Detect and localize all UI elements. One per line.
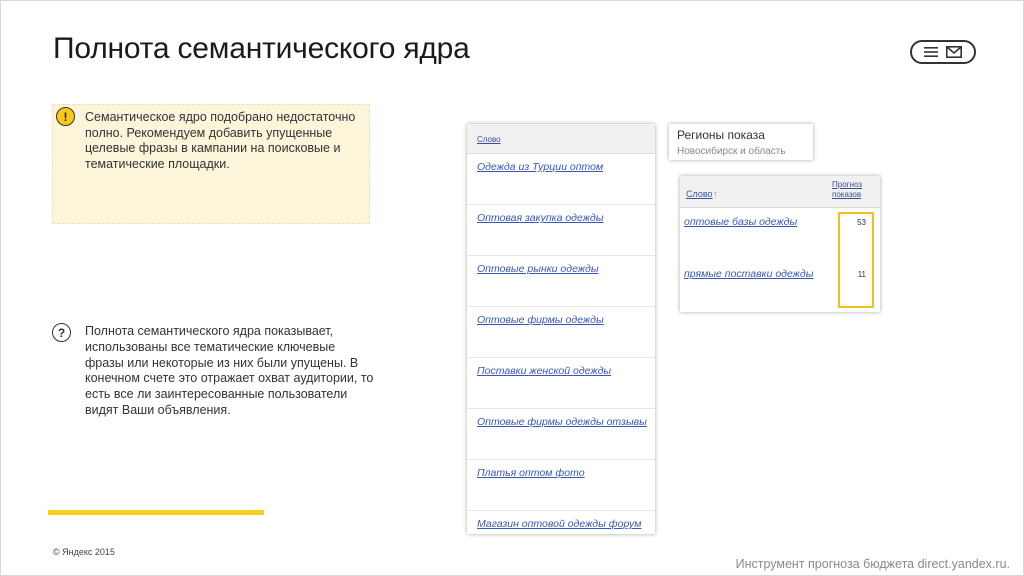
keyword-link[interactable]: Оптовые фирмы одежды: [477, 314, 604, 326]
table-row: Оптовые рынки одежды: [467, 256, 655, 307]
table-row: Платья оптом фото: [467, 460, 655, 511]
keyword-link[interactable]: Оптовые рынки одежды: [477, 263, 599, 275]
keywords-table-header[interactable]: Слово: [467, 124, 655, 154]
accent-bar: [48, 510, 264, 515]
forecast-highlight: [838, 212, 874, 308]
phrase-link[interactable]: оптовые базы одежды: [684, 216, 797, 228]
menu-icon: [924, 47, 938, 57]
forecast-table-header: Слово ↑ Прогноз показов: [680, 176, 880, 208]
keyword-link[interactable]: Платья оптом фото: [477, 467, 585, 479]
question-icon: ?: [52, 323, 71, 342]
warning-icon: !: [56, 107, 75, 126]
table-row: Поставки женской одежды: [467, 358, 655, 409]
footer-caption: Инструмент прогноза бюджета direct.yande…: [735, 557, 1010, 571]
column-header-forecast[interactable]: Прогноз показов: [832, 180, 872, 200]
table-row: Оптовые фирмы одежды: [467, 307, 655, 358]
table-row: Одежда из Турции оптом: [467, 154, 655, 205]
table-row: Магазин оптовой одежды форум: [467, 511, 655, 562]
keyword-link[interactable]: Магазин оптовой одежды форум: [477, 518, 641, 530]
regions-title: Регионы показа: [677, 128, 765, 142]
keyword-link[interactable]: Одежда из Турции оптом: [477, 161, 603, 173]
keywords-table: Слово Одежда из Турции оптом Оптовая зак…: [467, 124, 655, 534]
mail-icon: [946, 46, 962, 58]
keyword-link[interactable]: Оптовые фирмы одежды отзывы: [477, 416, 647, 428]
keyword-link[interactable]: Поставки женской одежды: [477, 365, 611, 377]
phrase-link[interactable]: прямые поставки одежды: [684, 268, 813, 280]
page-title: Полнота семантического ядра: [53, 32, 470, 65]
menu-mail-button[interactable]: [910, 40, 976, 64]
table-row: Оптовые фирмы одежды отзывы: [467, 409, 655, 460]
keyword-link[interactable]: Оптовая закупка одежды: [477, 212, 603, 224]
column-header-word[interactable]: Слово: [686, 189, 713, 199]
regions-value: Новосибирск и область: [677, 146, 786, 157]
copyright: © Яндекс 2015: [53, 547, 115, 557]
help-text: Полнота семантического ядра показывает, …: [85, 324, 374, 417]
regions-box: Регионы показа Новосибирск и область: [669, 124, 813, 160]
table-row: Оптовая закупка одежды: [467, 205, 655, 256]
warning-text: Семантическое ядро подобрано недостаточн…: [85, 110, 356, 171]
forecast-table: Слово ↑ Прогноз показов оптовые базы оде…: [680, 176, 880, 312]
sort-arrow-icon[interactable]: ↑: [713, 189, 718, 199]
